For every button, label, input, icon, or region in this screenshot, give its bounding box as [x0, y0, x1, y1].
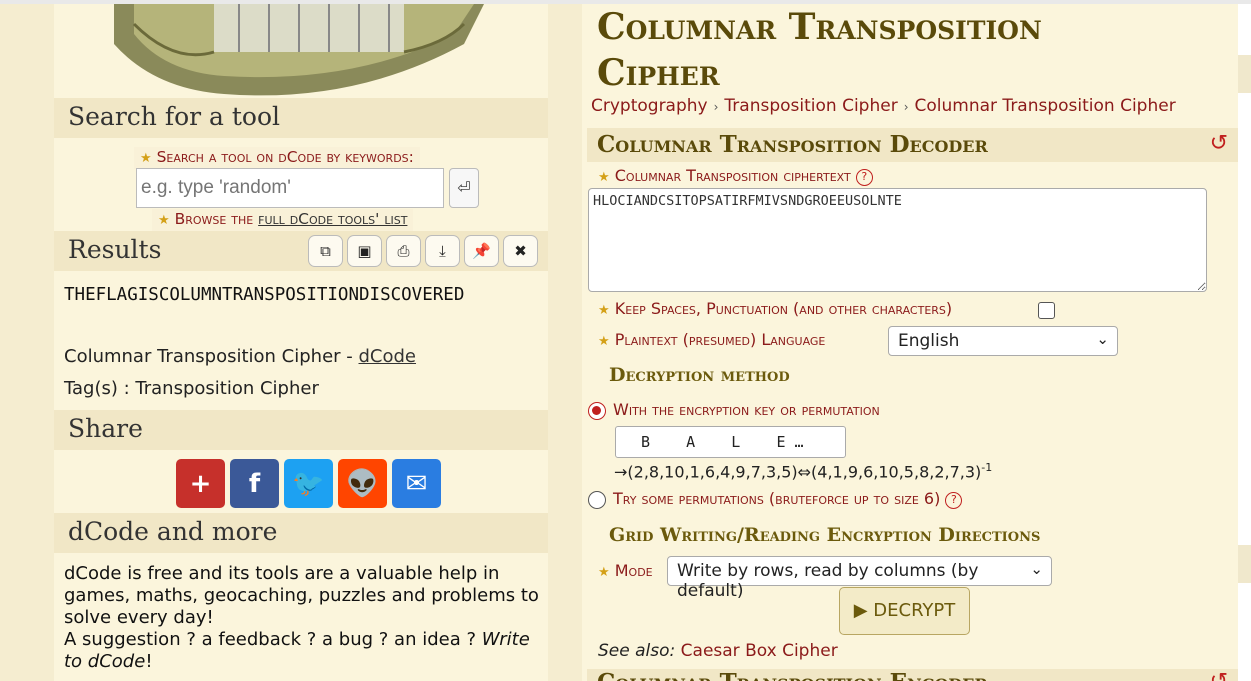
encoder-header: Columnar Transposition Encoder ↺ — [587, 669, 1238, 681]
pin-icon[interactable]: 📌 — [464, 235, 499, 267]
star-icon: ★ — [140, 151, 152, 166]
breadcrumb-transposition[interactable]: Transposition Cipher — [724, 96, 897, 116]
encoder-title: Columnar Transposition Encoder — [597, 669, 988, 681]
page-title: Columnar Transposition Cipher — [597, 6, 1042, 94]
option-bruteforce-label[interactable]: Try some permutations (bruteforce up to … — [613, 489, 963, 509]
key-input[interactable]: B A L E … — [615, 426, 846, 458]
close-icon[interactable]: ✖ — [503, 235, 538, 267]
search-submit-button[interactable]: ⏎ — [449, 168, 479, 208]
radio-bruteforce[interactable] — [588, 491, 606, 509]
dcode-link[interactable]: dCode — [359, 346, 417, 367]
star-icon: ★ — [158, 213, 170, 228]
breadcrumb-cryptography[interactable]: Cryptography — [591, 96, 708, 116]
help-icon[interactable]: ? — [945, 492, 963, 509]
mode-label: ★ Mode — [598, 561, 653, 580]
decoder-title: Columnar Transposition Decoder — [597, 131, 988, 158]
browse-tools-link[interactable]: ★ Browse the full dCode tools' list — [152, 209, 414, 231]
reset-icon[interactable]: ↺ — [1210, 131, 1228, 156]
share-more-button[interactable]: + — [176, 459, 225, 508]
language-select[interactable]: English ⌄ — [888, 326, 1118, 356]
option-with-key-label[interactable]: With the encryption key or permutation — [613, 400, 880, 419]
star-icon: ★ — [598, 303, 610, 318]
more-header: dCode and more — [54, 513, 548, 553]
results-title: Results — [68, 235, 162, 264]
caesar-box-link[interactable]: Caesar Box Cipher — [681, 641, 838, 661]
result-credit: Columnar Transposition Cipher - dCode — [64, 346, 417, 367]
print-icon[interactable]: ⎙ — [386, 235, 421, 267]
search-keywords-label: ★ Search a tool on dCode by keywords: — [134, 147, 420, 169]
chevron-down-icon: ⌄ — [1030, 560, 1043, 578]
result-output: THEFLAGISCOLUMNTRANSPOSITIONDISCOVERED — [64, 285, 465, 305]
dcode-logo-image[interactable] — [54, 4, 548, 98]
radio-with-key[interactable] — [588, 402, 606, 420]
mode-select[interactable]: Write by rows, read by columns (by defau… — [667, 556, 1052, 601]
grid-directions-title: Grid Writing/Reading Encryption Directio… — [609, 524, 1041, 546]
chevron-right-icon: › — [903, 100, 909, 114]
share-buttons: + f 🐦 👽 ✉ — [176, 459, 441, 508]
result-tags: Tag(s) : Transposition Cipher — [64, 378, 319, 399]
permutation-text: →(2,8,10,1,6,4,9,7,3,5)⇔(4,1,9,6,10,5,8,… — [614, 461, 993, 482]
more-title: dCode and more — [68, 517, 278, 546]
star-icon: ★ — [598, 170, 610, 185]
twitter-button[interactable]: 🐦 — [284, 459, 333, 508]
search-tool-title: Search for a tool — [68, 102, 281, 131]
facebook-button[interactable]: f — [230, 459, 279, 508]
ciphertext-label: ★ Columnar Transposition ciphertext ? — [598, 166, 873, 186]
breadcrumb-columnar[interactable]: Columnar Transposition Cipher — [915, 96, 1176, 116]
chevron-down-icon: ⌄ — [1096, 330, 1109, 348]
reset-icon[interactable]: ↺ — [1210, 669, 1228, 681]
keep-spaces-checkbox[interactable] — [1038, 302, 1055, 319]
full-tools-list-link[interactable]: full dCode tools' list — [258, 210, 407, 228]
more-text: dCode is free and its tools are a valuab… — [64, 563, 539, 672]
share-title: Share — [68, 414, 143, 443]
help-icon[interactable]: ? — [855, 169, 873, 186]
decoder-header: Columnar Transposition Decoder ↺ — [587, 128, 1238, 162]
decryption-method-title: Decryption method — [609, 364, 790, 386]
chevron-right-icon: › — [713, 100, 719, 114]
results-toolbar: ⧉ ▣ ⎙ ⤓ 📌 ✖ — [308, 235, 538, 267]
reddit-button[interactable]: 👽 — [338, 459, 387, 508]
copy-icon[interactable]: ⧉ — [308, 235, 343, 267]
ciphertext-input[interactable] — [588, 188, 1207, 292]
keep-spaces-label: ★ Keep Spaces, Punctuation (and other ch… — [598, 299, 953, 318]
breadcrumb: Cryptography › Transposition Cipher › Column… — [591, 96, 1176, 116]
search-input[interactable] — [136, 168, 444, 208]
email-button[interactable]: ✉ — [392, 459, 441, 508]
see-also: See also: Caesar Box Cipher — [598, 641, 838, 661]
star-icon: ★ — [598, 334, 610, 349]
search-tool-header: Search for a tool — [54, 98, 548, 138]
share-header: Share — [54, 410, 548, 450]
decrypt-button[interactable]: ▶ DECRYPT — [839, 587, 970, 635]
archive-icon[interactable]: ▣ — [347, 235, 382, 267]
star-icon: ★ — [598, 565, 610, 580]
language-label: ★ Plaintext (presumed) Language — [598, 330, 826, 349]
download-icon[interactable]: ⤓ — [425, 235, 460, 267]
